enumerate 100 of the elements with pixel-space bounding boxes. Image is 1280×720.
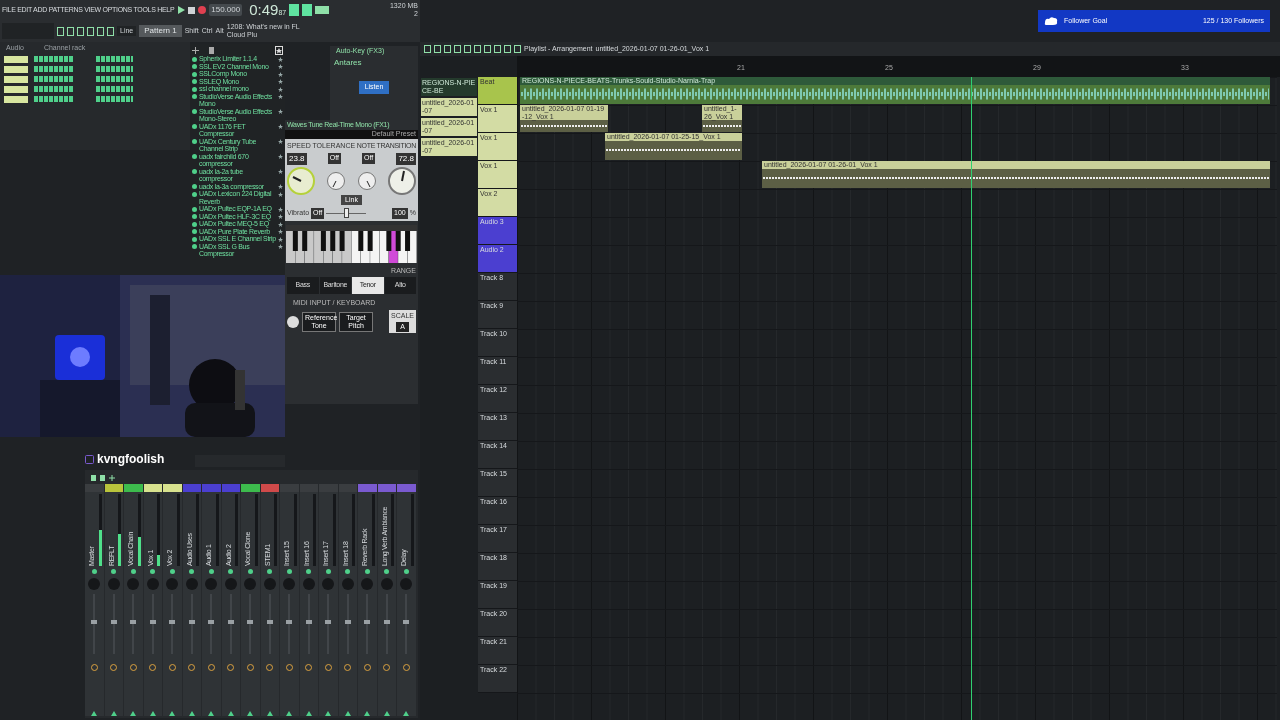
led-icon xyxy=(325,569,331,574)
send-icon xyxy=(363,664,371,671)
pan-knob xyxy=(341,578,354,590)
route-icon xyxy=(208,711,215,716)
star-icon xyxy=(278,169,283,174)
pan-knob xyxy=(263,578,276,590)
volume-fader xyxy=(169,594,176,654)
gain-knob xyxy=(287,315,299,328)
time-display: 0:49 xyxy=(249,1,279,18)
send-icon xyxy=(383,664,391,671)
volume-fader xyxy=(383,594,390,654)
led-icon xyxy=(169,569,175,574)
star-icon xyxy=(278,184,283,189)
led-icon xyxy=(150,569,156,574)
volume-fader xyxy=(325,594,332,654)
star-icon xyxy=(278,79,283,84)
plugin-icon xyxy=(192,139,197,144)
star-icon xyxy=(278,124,283,129)
transition-value: 72.8 xyxy=(396,152,416,165)
channel-button[interactable] xyxy=(4,65,28,73)
pan-knob xyxy=(224,578,237,590)
pan-knob xyxy=(88,578,101,590)
pan-knob xyxy=(107,578,120,590)
route-icon xyxy=(383,711,390,716)
volume-meter xyxy=(315,6,330,14)
pan-knob xyxy=(322,578,335,590)
mode-button[interactable] xyxy=(302,4,313,16)
led-icon xyxy=(130,569,136,574)
streamer-name: kvngfoolish xyxy=(97,451,165,468)
star-icon xyxy=(278,56,283,62)
tolerance-knob xyxy=(327,171,346,190)
volume-fader xyxy=(130,594,137,654)
pan-knob xyxy=(244,578,257,590)
star-icon xyxy=(278,236,283,242)
slider-thumb[interactable] xyxy=(343,208,349,219)
star-icon xyxy=(278,221,283,227)
cloud-icon xyxy=(1044,16,1058,26)
route-icon xyxy=(149,711,156,716)
volume-fader xyxy=(286,594,293,654)
send-icon xyxy=(402,664,410,671)
channel-button[interactable] xyxy=(4,95,28,103)
volume-fader xyxy=(110,594,117,654)
led-icon xyxy=(189,569,195,574)
route-icon xyxy=(364,711,371,716)
speed-value: 23.8 xyxy=(287,152,307,165)
pan-knob xyxy=(185,578,198,590)
record-icon xyxy=(198,6,207,14)
mode-button[interactable] xyxy=(289,4,300,16)
route-icon xyxy=(91,711,98,716)
plugin-icon xyxy=(192,124,197,129)
star-icon xyxy=(278,154,283,159)
star-icon xyxy=(278,71,283,77)
volume-fader xyxy=(188,594,195,654)
star-icon xyxy=(278,229,283,234)
star-icon xyxy=(278,214,283,219)
add-icon xyxy=(192,46,199,54)
pan-knob xyxy=(166,578,179,590)
route-icon xyxy=(247,711,254,716)
send-icon xyxy=(129,664,137,671)
star-icon xyxy=(278,191,283,197)
pattern-selector[interactable]: Pattern 1 xyxy=(139,25,182,37)
star-icon xyxy=(278,94,283,99)
pan-knob xyxy=(302,578,315,590)
send-icon xyxy=(227,664,235,671)
send-icon xyxy=(285,664,293,671)
star-icon xyxy=(278,64,283,69)
send-icon xyxy=(344,664,352,671)
chat-icon xyxy=(85,454,94,464)
channel-button[interactable] xyxy=(4,55,28,63)
add-icon xyxy=(109,475,115,481)
route-icon xyxy=(344,711,351,716)
play-icon xyxy=(177,6,186,14)
led-icon xyxy=(228,569,234,574)
plugin-icon xyxy=(192,109,197,114)
led-icon xyxy=(384,569,390,574)
channel-button[interactable] xyxy=(4,85,28,93)
send-icon xyxy=(324,664,332,671)
transition-knob xyxy=(388,166,416,195)
waveform-drawing xyxy=(703,124,741,128)
pan-knob xyxy=(205,578,218,590)
volume-fader xyxy=(305,594,312,654)
pan-knob xyxy=(361,578,374,590)
led-icon xyxy=(247,569,253,574)
send-icon xyxy=(246,664,254,671)
route-icon xyxy=(286,711,293,716)
volume-fader xyxy=(403,594,410,654)
channel-button[interactable] xyxy=(4,75,28,83)
send-icon xyxy=(188,664,196,671)
pan-knob xyxy=(146,578,159,590)
route-icon xyxy=(403,711,410,716)
led-icon xyxy=(267,569,273,574)
route-icon xyxy=(305,711,312,716)
route-icon xyxy=(227,711,234,716)
brand-label: Antares xyxy=(333,57,363,69)
led-icon xyxy=(208,569,214,574)
plugin-icon xyxy=(192,169,197,174)
tolerance-knob xyxy=(357,171,376,190)
pan-knob xyxy=(380,578,393,590)
route-icon xyxy=(188,711,195,716)
tempo-display[interactable]: 150.000 xyxy=(209,4,243,16)
